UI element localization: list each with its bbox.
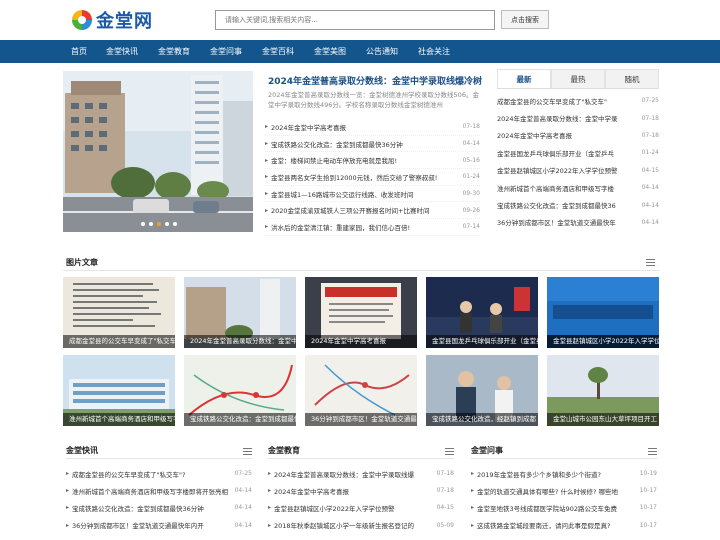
gallery-item[interactable]: 金堂县赵镇城区小学2022年入学学位预警 <box>547 277 659 348</box>
column-title: 金堂快讯 <box>66 445 252 459</box>
logo-icon <box>71 9 93 31</box>
nav-item-wiki[interactable]: 金堂百科 <box>262 40 294 63</box>
bullet-icon: ▸ <box>471 504 475 512</box>
side-tabs: 最新 最热 随机 <box>497 69 659 89</box>
bullet-icon: ▸ <box>265 223 269 231</box>
column-education: 金堂教育 ▸ 2024年金堂普高录取分数线：金堂中学录取线爆 07-18 ▸ 2024… <box>268 445 454 534</box>
tab-hottest[interactable]: 最热 <box>551 69 605 88</box>
gallery-title: 图片文章 <box>66 258 98 267</box>
main-nav: 首页 金堂快讯 金堂教育 金堂问事 金堂百科 金堂美图 公告通知 社会关注 <box>0 40 720 63</box>
list-item[interactable]: ▸ 2019年金堂县有多少个乡镇和多少个街道? 10-19 <box>471 465 657 482</box>
gallery-item[interactable]: 金堂县国龙乒乓球俱乐部开业（金堂乒乓球） <box>426 277 538 348</box>
hero-image[interactable] <box>63 71 253 232</box>
menu-icon[interactable] <box>646 259 655 266</box>
list-item[interactable]: ▸ 金堂县赵镇城区小学2022年入学学位预警 04-15 <box>268 499 454 516</box>
gallery-item[interactable]: 宝成铁路公交化改造：金堂到成都最快36分钟 <box>184 355 296 426</box>
divider <box>63 270 660 271</box>
menu-icon[interactable] <box>648 448 657 455</box>
column-title: 金堂问事 <box>471 445 657 459</box>
list-item[interactable]: ▸ 36分钟到成都市区！金堂轨道交通最快年内开 04-14 <box>66 517 252 534</box>
bullet-icon: ▸ <box>471 470 475 478</box>
list-item[interactable]: ▸ 淮州新城首个高端商务酒店和甲级写字楼即将开张亮相 04-14 <box>66 482 252 499</box>
nav-item-notices[interactable]: 公告通知 <box>366 40 398 63</box>
gallery-item[interactable]: 宝成铁路公交化改造，经赵镇到成都 <box>426 355 538 426</box>
tab-random[interactable]: 随机 <box>605 69 659 88</box>
list-item[interactable]: 淮州新城首个高端商务酒店和甲级写字楼 04-14 <box>497 179 659 196</box>
menu-icon[interactable] <box>243 448 252 455</box>
side-list: 成都金堂县的公交车早变成了"私交车" 07-25 2024年金堂普高录取分数线：金… <box>497 92 659 231</box>
hero-title[interactable]: 2024年金堂普高录取分数线：金堂中学录取线爆冷树 <box>268 74 482 87</box>
bullet-icon: ▸ <box>268 487 272 495</box>
list-item[interactable]: ▸ 2024年金堂中学高考喜报 07-18 <box>265 119 480 136</box>
list-item[interactable]: ▸ 成都金堂县的公交车早变成了"私交车"? 07-25 <box>66 465 252 482</box>
bullet-icon: ▸ <box>268 470 272 478</box>
bullet-icon: ▸ <box>265 173 269 181</box>
gallery-item[interactable]: 淮州新城首个高端商务酒店和甲级写字楼 <box>63 355 175 426</box>
bullet-icon: ▸ <box>66 470 70 478</box>
gallery-item[interactable]: 2024年金堂中学高考喜报 <box>305 277 417 348</box>
search-button[interactable]: 点击搜索 <box>501 10 549 29</box>
gallery-item[interactable]: 36分钟到成都市区！金堂轨道交通最快年内开 <box>305 355 417 426</box>
list-item[interactable]: 2024年金堂中学高考喜报 07-18 <box>497 127 659 144</box>
list-item[interactable]: ▸ 2024年金堂普高录取分数线：金堂中学录取线爆 07-18 <box>268 465 454 482</box>
list-item[interactable]: 金堂县国龙乒乓球俱乐部开业（金堂乒乓 01-24 <box>497 144 659 161</box>
column-news: 金堂快讯 ▸ 成都金堂县的公交车早变成了"私交车"? 07-25 ▸ 淮州新城首个高端… <box>66 445 252 534</box>
list-item[interactable]: ▸ 这成铁路金堂城段要南迁，请问此事是假是真? 10-17 <box>471 517 657 534</box>
nav-item-photos[interactable]: 金堂美图 <box>314 40 346 63</box>
site-header: 金堂网 点击搜索 <box>0 0 720 40</box>
bullet-icon: ▸ <box>268 504 272 512</box>
tab-latest[interactable]: 最新 <box>497 69 551 88</box>
list-item[interactable]: ▸ 2020金堂成渝双城铁人三项公开赛报名时间+比赛时间 09-26 <box>265 202 480 220</box>
menu-icon[interactable] <box>445 448 454 455</box>
search-input[interactable] <box>215 10 495 30</box>
bullet-icon: ▸ <box>268 521 272 529</box>
nav-item-news[interactable]: 金堂快讯 <box>106 40 138 63</box>
bullet-icon: ▸ <box>471 487 475 495</box>
list-item[interactable]: ▸ 宝成铁路公交化改造：金堂到成都最快36分钟 04-14 <box>265 136 480 153</box>
list-item[interactable]: ▸ 金堂：楼梯间禁止电动车停放充电就是我屈! 05-16 <box>265 152 480 170</box>
list-item[interactable]: ▸ 金堂至地铁3号线成都医学院站902路公交车免费 10-17 <box>471 499 657 516</box>
nav-item-home[interactable]: 首页 <box>64 40 94 63</box>
bullet-icon: ▸ <box>66 504 70 512</box>
hero-description: 2024年金堂普高录取分数线一览：金堂树德淮州学校录取分数线506。金堂中学录取… <box>268 91 479 109</box>
nav-item-society[interactable]: 社会关注 <box>418 40 450 63</box>
bullet-icon: ▸ <box>265 156 269 164</box>
bullet-icon: ▸ <box>265 206 269 214</box>
list-item[interactable]: ▸ 宝成铁路公交化改造：金堂到成都最快36分钟 04-14 <box>66 499 252 516</box>
list-item[interactable]: 宝成铁路公交化改造：金堂到成都最快36 04-14 <box>497 196 659 213</box>
logo-text: 金堂网 <box>96 11 153 32</box>
list-item[interactable]: ▸ 2018年秋季赵镇城区小学一年级新生报名登记的 05-09 <box>268 517 454 534</box>
nav-item-questions[interactable]: 金堂问事 <box>210 40 242 63</box>
list-item[interactable]: ▸ 金堂县两名女学生拾到12000元钱，然后交给了警察叔叔! 01-24 <box>265 169 480 186</box>
site-logo[interactable]: 金堂网 <box>71 8 153 32</box>
list-item[interactable]: 成都金堂县的公交车早变成了"私交车" 07-25 <box>497 92 659 109</box>
bullet-icon: ▸ <box>265 140 269 148</box>
bullet-icon: ▸ <box>471 521 475 529</box>
list-item[interactable]: ▸ 金堂的轨道交通具体有哪些? 什么时候修? 哪些地 10-17 <box>471 482 657 499</box>
column-questions: 金堂问事 ▸ 2019年金堂县有多少个乡镇和多少个街道? 10-19 ▸ 金堂的轨道交… <box>471 445 657 534</box>
bullet-icon: ▸ <box>66 521 70 529</box>
list-item[interactable]: 金堂县赵镇城区小学2022年入学学位预警 04-15 <box>497 162 659 179</box>
gallery-item[interactable]: 成都金堂县的公交车早变成了"私交车" <box>63 277 175 348</box>
nav-item-education[interactable]: 金堂教育 <box>158 40 190 63</box>
gallery-item[interactable]: 金堂山城市公园东山大草坪项目开工 <box>547 355 659 426</box>
bullet-icon: ▸ <box>265 123 269 131</box>
bullet-icon: ▸ <box>66 487 70 495</box>
list-item[interactable]: ▸ 2024年金堂中学高考喜报 07-18 <box>268 482 454 499</box>
list-item[interactable]: 36分钟到成都市区！金堂轨道交通最快年 04-14 <box>497 214 659 231</box>
gallery-item[interactable]: 2024年金堂普高录取分数线：金堂中学录取线爆冷 <box>184 277 296 348</box>
bullet-icon: ▸ <box>265 190 269 198</box>
list-item[interactable]: ▸ 金堂县城1—16路城市公交运行线路、收发班时间 09-30 <box>265 186 480 203</box>
column-title: 金堂教育 <box>268 445 454 459</box>
list-item[interactable]: ▸ 洪水后的金堂清江镇：重建家园，我们信心百倍! 07-14 <box>265 219 480 236</box>
list-item[interactable]: 2024年金堂普高录取分数线：金堂中学录 07-18 <box>497 109 659 126</box>
headline-list: ▸ 2024年金堂中学高考喜报 07-18 ▸ 宝成铁路公交化改造：金堂到成都最快36… <box>265 119 480 236</box>
